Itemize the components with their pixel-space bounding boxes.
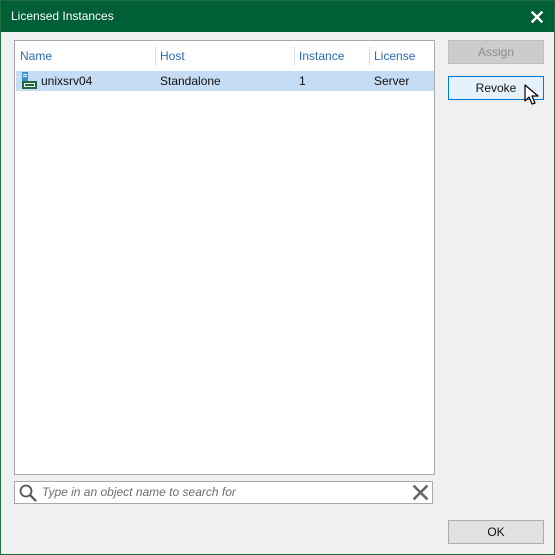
search-input[interactable]: Type in an object name to search for (14, 481, 433, 504)
column-header-license[interactable]: License (369, 41, 433, 71)
window-title: Licensed Instances (11, 9, 114, 23)
close-button[interactable] (520, 1, 554, 32)
assign-button[interactable]: Assign (448, 40, 544, 64)
ok-button[interactable]: OK (448, 520, 544, 544)
mouse-pointer-icon (524, 84, 539, 105)
cell-license: Server (374, 74, 410, 88)
cell-instance: 1 (299, 74, 306, 88)
column-header-host[interactable]: Host (155, 41, 294, 71)
instances-list[interactable]: Name Host Instance License unixsrv04 Sta… (14, 40, 435, 475)
table-row[interactable]: unixsrv04 Standalone 1 Server (16, 71, 434, 91)
licensed-instances-dialog: Licensed Instances Name Host Instance Li… (0, 0, 555, 555)
title-bar: Licensed Instances (1, 1, 554, 32)
column-header-instance[interactable]: Instance (294, 41, 369, 71)
column-header-name[interactable]: Name (15, 41, 155, 71)
close-icon (531, 10, 543, 23)
cell-host: Standalone (160, 74, 221, 88)
clear-x-icon[interactable] (412, 484, 429, 501)
cell-name: unixsrv04 (41, 74, 93, 88)
server-icon (22, 72, 37, 89)
search-placeholder: Type in an object name to search for (42, 485, 236, 499)
search-icon (19, 484, 37, 502)
